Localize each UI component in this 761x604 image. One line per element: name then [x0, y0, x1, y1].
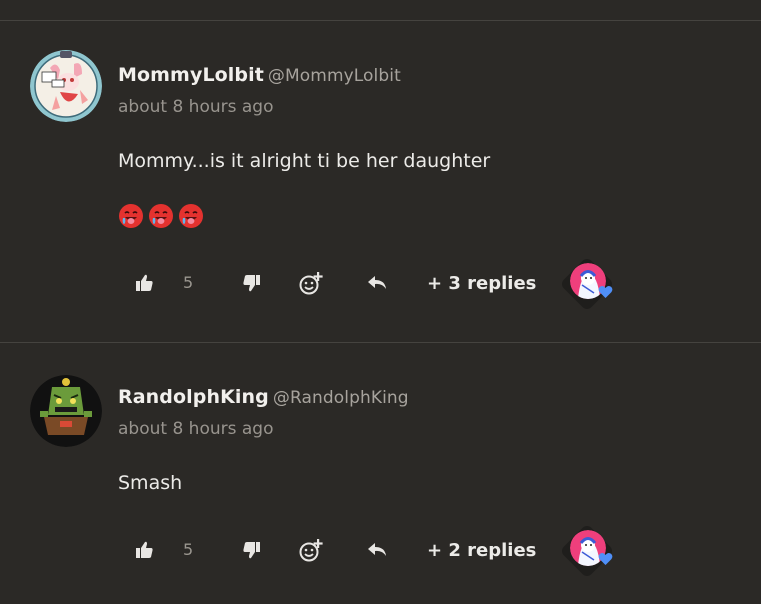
comment-author[interactable]: MommyLolbit @MommyLolbit: [118, 64, 401, 86]
add-reaction-button[interactable]: [295, 263, 327, 303]
comments-feed: MommyLolbit @MommyLolbit about 8 hours ag…: [0, 0, 761, 604]
comment-text: Mommy...is it alright ti be her daughter: [118, 150, 491, 172]
add-emoji-icon: [299, 539, 323, 562]
reply-button[interactable]: [362, 263, 392, 303]
thumbs-up-icon: [136, 274, 153, 291]
view-replies-link[interactable]: + 3 replies: [427, 273, 536, 294]
view-replies-link[interactable]: + 2 replies: [427, 540, 536, 561]
heart-icon: [598, 553, 613, 565]
dislike-button[interactable]: [238, 263, 266, 303]
dislike-button[interactable]: [238, 530, 266, 570]
reply-avatar-badge[interactable]: [558, 256, 618, 312]
like-button[interactable]: [130, 263, 158, 303]
thumbs-down-icon: [243, 275, 260, 292]
reply-button[interactable]: [362, 530, 392, 570]
emoji-row: [118, 203, 204, 229]
thumbs-up-icon: [136, 541, 153, 558]
comment-author[interactable]: RandolphKing @RandolphKing: [118, 386, 409, 408]
drooling-face-icon: [179, 204, 203, 228]
like-count: 5: [183, 540, 194, 559]
like-button[interactable]: [130, 530, 158, 570]
avatar[interactable]: [30, 375, 102, 447]
divider: [0, 20, 761, 21]
add-reaction-button[interactable]: [295, 530, 327, 570]
user-handle[interactable]: @MommyLolbit: [268, 66, 401, 86]
reply-arrow-icon: [368, 276, 386, 289]
username[interactable]: MommyLolbit: [118, 64, 264, 86]
like-count: 5: [183, 273, 194, 292]
reply-avatar-badge[interactable]: [558, 523, 618, 579]
avatar[interactable]: [30, 50, 102, 122]
heart-icon: [598, 286, 613, 298]
reply-arrow-icon: [368, 543, 386, 556]
comment-timestamp: about 8 hours ago: [118, 419, 274, 439]
divider: [0, 342, 761, 343]
add-emoji-icon: [299, 272, 323, 295]
comment-actions: 5: [0, 256, 761, 312]
comment-text: Smash: [118, 472, 183, 494]
comment-timestamp: about 8 hours ago: [118, 97, 274, 117]
drooling-face-icon: [149, 204, 173, 228]
user-handle[interactable]: @RandolphKing: [273, 388, 409, 408]
thumbs-down-icon: [243, 542, 260, 559]
drooling-face-icon: [119, 204, 143, 228]
comment-actions: 5: [0, 523, 761, 579]
username[interactable]: RandolphKing: [118, 386, 269, 408]
